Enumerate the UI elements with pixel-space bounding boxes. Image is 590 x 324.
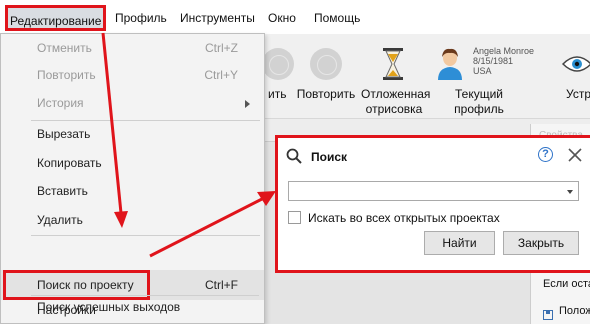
menu-separator — [31, 295, 259, 296]
search-dialog: Поиск ? Искать во всех открытых проектах… — [275, 135, 590, 273]
search-all-projects-checkbox[interactable] — [288, 211, 301, 224]
hourglass-icon — [383, 48, 403, 80]
menu-item-settings[interactable]: Настройки — [1, 299, 264, 321]
chevron-down-icon[interactable] — [567, 190, 573, 194]
profile-date: 8/15/1981 — [473, 56, 514, 66]
deferred-render-button[interactable]: Отложенная отрисовка — [361, 34, 431, 118]
menu-window[interactable]: Окно — [268, 11, 296, 25]
menu-item-undo[interactable]: Отменить Ctrl+Z — [1, 37, 264, 59]
menu-edit[interactable]: Редактирование — [5, 5, 106, 31]
profile-name: Angela Monroe — [473, 46, 535, 56]
edit-menu-dropdown: Отменить Ctrl+Z Повторить Ctrl+Y История… — [0, 33, 265, 324]
search-query-combobox[interactable] — [288, 181, 579, 201]
eye-icon — [562, 56, 590, 72]
submenu-arrow-icon — [245, 100, 250, 108]
menu-separator — [31, 235, 260, 236]
redo-button[interactable]: Повторить — [296, 34, 356, 118]
profile-info: Angela Monroe 8/15/1981 USA — [473, 46, 534, 76]
menu-item-history[interactable]: История — [1, 92, 264, 114]
menu-help[interactable]: Помощь — [314, 11, 360, 25]
close-button[interactable]: Закрыть — [503, 231, 579, 255]
user-avatar-icon — [438, 48, 462, 80]
menu-item-redo[interactable]: Повторить Ctrl+Y — [1, 64, 264, 86]
menu-separator — [31, 120, 260, 121]
profile-country: USA — [473, 66, 492, 76]
help-icon[interactable]: ? — [538, 147, 553, 162]
menu-profile[interactable]: Профиль — [115, 11, 167, 25]
search-all-projects-label[interactable]: Искать во всех открытых проектах — [308, 211, 500, 225]
deferred-render-label-2: отрисовка — [365, 102, 423, 116]
save-icon — [543, 310, 553, 320]
deferred-render-label-1: Отложенная — [361, 87, 431, 101]
device-button[interactable]: Устрой — [554, 34, 590, 118]
find-button[interactable]: Найти — [424, 231, 495, 255]
gray-circle-icon — [310, 48, 342, 80]
save-option-label: Положи — [559, 305, 590, 317]
menu-item-cut[interactable]: Вырезать — [1, 123, 264, 145]
menu-tools[interactable]: Инструменты — [180, 11, 255, 25]
search-icon — [286, 148, 302, 164]
menu-item-paste[interactable]: Вставить — [1, 180, 264, 202]
dialog-title: Поиск — [311, 150, 348, 164]
panel-text: Если оста — [543, 278, 590, 290]
close-icon[interactable] — [567, 147, 583, 163]
gray-circle-icon — [262, 48, 294, 80]
menu-item-copy[interactable]: Копировать — [1, 152, 264, 174]
menu-bar: Редактирование Профиль Инструменты Окно … — [0, 0, 590, 34]
menu-item-delete[interactable]: Удалить — [1, 209, 264, 231]
